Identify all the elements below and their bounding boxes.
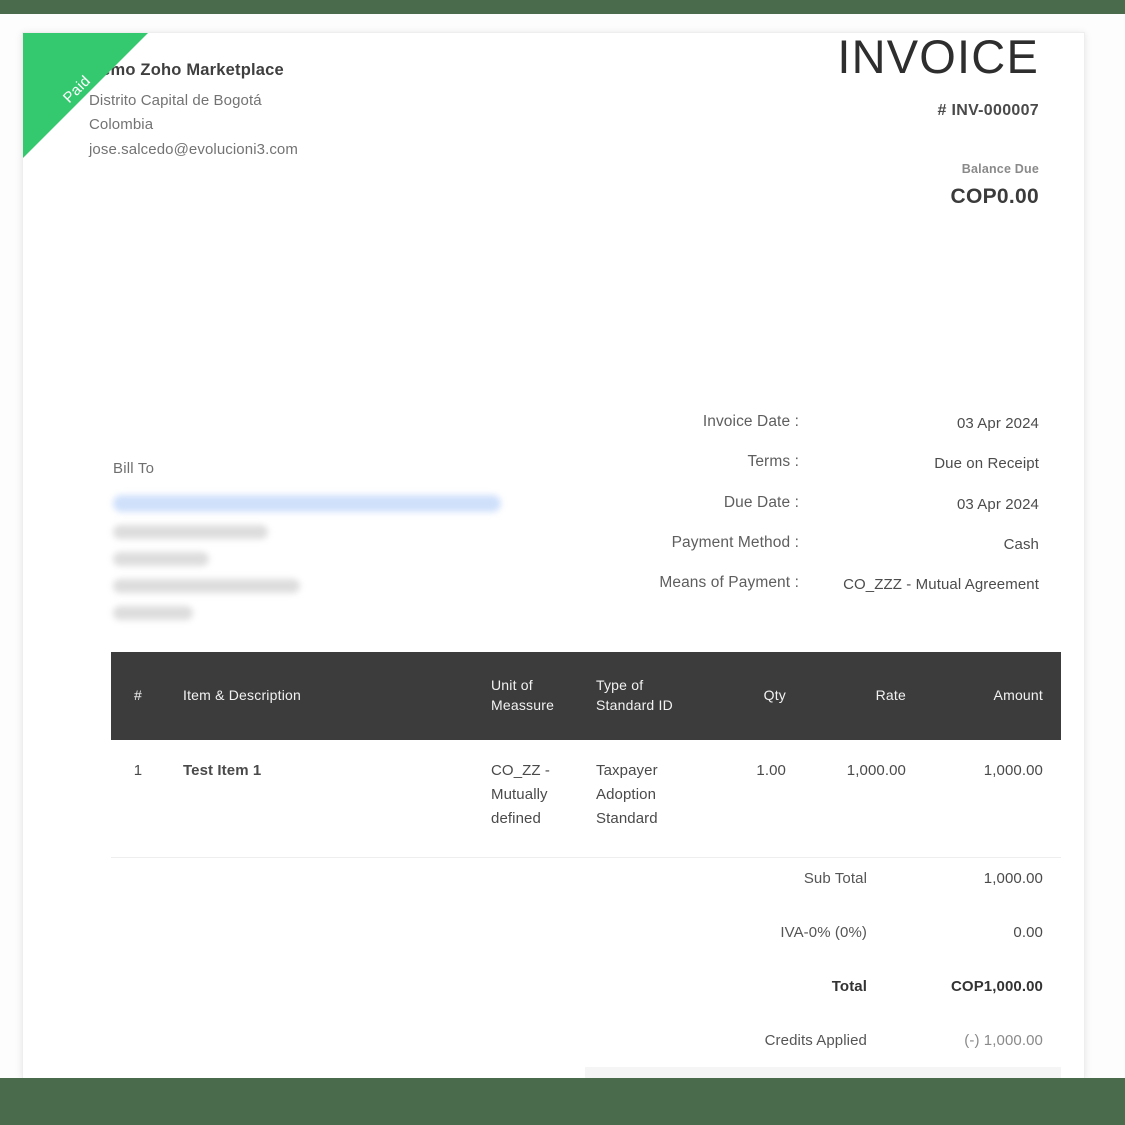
redacted-address-line-1 (113, 525, 268, 539)
cell-description: Test Item 1 (165, 739, 481, 858)
cell-rate: 1,000.00 (796, 739, 916, 858)
totals-label-total: Total (831, 977, 867, 995)
sender-address-block: Demo Zoho Marketplace Distrito Capital d… (89, 61, 559, 162)
cell-unit-of-measure: CO_ZZ - Mutually defined (481, 739, 586, 858)
cell-amount: 1,000.00 (916, 739, 1061, 858)
meta-row-payment-method: Payment Method : Cash (479, 534, 1039, 555)
meta-value-means-of-payment: CO_ZZZ - Mutual Agreement (843, 576, 1039, 594)
meta-label-payment-method: Payment Method : (671, 533, 799, 551)
column-header-description: Item & Description (165, 652, 481, 740)
meta-row-means-of-payment: Means of Payment : CO_ZZZ - Mutual Agree… (479, 574, 1039, 595)
column-header-amount: Amount (916, 652, 1061, 740)
invoice-number: # INV-000007 (937, 102, 1039, 119)
header-balance-due-value: COP0.00 (950, 185, 1039, 208)
page-title: INVOICE (837, 32, 1039, 83)
sender-address-line-2: Colombia (89, 116, 154, 134)
totals-summary: Sub Total 1,000.00 IVA-0% (0%) 0.00 Tota… (585, 851, 1061, 1078)
redacted-customer-name (113, 495, 501, 512)
cell-type-of-standard-id: Taxpayer Adoption Standard (586, 739, 698, 858)
column-header-unit-of-measure: Unit of Meassure (481, 652, 586, 740)
totals-label-tax: IVA-0% (0%) (780, 923, 867, 941)
redacted-address-line-4 (113, 606, 193, 620)
meta-row-invoice-date: Invoice Date : 03 Apr 2024 (479, 413, 1039, 434)
totals-row-sub-total: Sub Total 1,000.00 (585, 851, 1061, 905)
totals-value-total: COP1,000.00 (951, 977, 1043, 995)
column-header-qty: Qty (698, 652, 796, 740)
totals-value-tax: 0.00 (1013, 923, 1043, 941)
invoice-document: Paid Demo Zoho Marketplace Distrito Capi… (22, 32, 1085, 1078)
meta-row-due-date: Due Date : 03 Apr 2024 (479, 494, 1039, 515)
page-top-band (0, 0, 1125, 14)
table-header-row: # Item & Description Unit of Meassure Ty… (111, 652, 1061, 740)
redacted-address-line-3 (113, 579, 300, 593)
meta-label-means-of-payment: Means of Payment : (659, 574, 799, 592)
column-header-rate: Rate (796, 652, 916, 740)
meta-label-terms: Terms : (747, 453, 799, 471)
meta-label-due-date: Due Date : (723, 493, 799, 511)
totals-row-credits-applied: Credits Applied (-) 1,000.00 (585, 1013, 1061, 1067)
meta-value-payment-method: Cash (1003, 535, 1039, 553)
totals-row-total: Total COP1,000.00 (585, 959, 1061, 1013)
meta-value-due-date: 03 Apr 2024 (956, 495, 1039, 513)
totals-label-credits-applied: Credits Applied (764, 1031, 867, 1049)
page-bottom-band (0, 1078, 1125, 1125)
totals-value-credits-applied: (-) 1,000.00 (964, 1031, 1043, 1049)
column-header-index: # (111, 652, 165, 740)
table-row: 1 Test Item 1 CO_ZZ - Mutually defined T… (111, 739, 1061, 858)
redacted-address-line-2 (113, 552, 209, 566)
invoice-meta-list: Invoice Date : 03 Apr 2024 Terms : Due o… (479, 413, 1039, 614)
line-items-table: # Item & Description Unit of Meassure Ty… (111, 652, 1061, 858)
header-balance-due-label: Balance Due (961, 162, 1039, 176)
totals-label-sub-total: Sub Total (803, 869, 867, 887)
meta-row-terms: Terms : Due on Receipt (479, 453, 1039, 474)
totals-row-tax: IVA-0% (0%) 0.00 (585, 905, 1061, 959)
column-header-type-of-standard-id: Type of Standard ID (586, 652, 698, 740)
cell-index: 1 (111, 739, 165, 858)
totals-value-sub-total: 1,000.00 (983, 869, 1043, 887)
meta-value-terms: Due on Receipt (934, 455, 1039, 473)
sender-email: jose.salcedo@evolucioni3.com (89, 140, 298, 158)
sender-address-line-1: Distrito Capital de Bogotá (89, 92, 262, 109)
company-name: Demo Zoho Marketplace (89, 61, 284, 79)
meta-value-invoice-date: 03 Apr 2024 (956, 415, 1039, 432)
invoice-title-block: INVOICE # INV-000007 Balance Due COP0.00 (519, 33, 1039, 209)
totals-row-balance-due: Balance Due COP0.00 (585, 1067, 1061, 1078)
meta-label-invoice-date: Invoice Date : (702, 413, 799, 430)
cell-qty: 1.00 (698, 739, 796, 858)
